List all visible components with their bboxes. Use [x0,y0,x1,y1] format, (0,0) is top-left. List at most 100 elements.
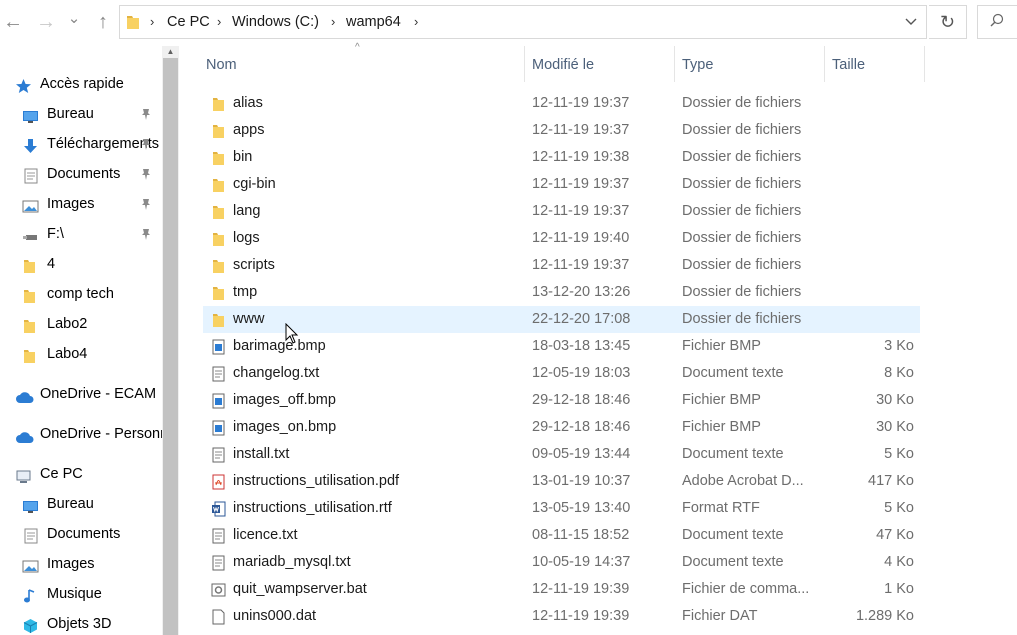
search-input[interactable] [977,5,1017,39]
file-row[interactable]: unins000.dat 12-11-19 19:39 Fichier DAT 1.2… [203,603,920,630]
bmp-file-icon [211,420,226,436]
sidebar-item-objets-3d[interactable]: Objets 3D [0,610,162,635]
file-row[interactable]: apps 12-11-19 19:37 Dossier de fichiers [203,117,920,144]
folder-icon [211,204,226,220]
file-row[interactable]: images_on.bmp 29-12-18 18:46 Fichier BMP 30… [203,414,920,441]
file-size: 4 Ko [884,554,914,570]
file-type: Dossier de fichiers [682,203,802,219]
sidebar-item-labo4[interactable]: Labo4 [0,340,162,368]
pin-icon[interactable] [140,130,152,160]
forward-arrow-icon[interactable]: → [33,8,59,36]
text-file-icon [211,528,226,544]
sidebar-item-images[interactable]: Images [0,190,162,218]
word-file-icon [211,501,226,517]
breadcrumb-windows-c[interactable]: Windows (C:) [232,6,319,38]
sidebar-item-musique[interactable]: Musique [0,580,162,608]
music-icon [22,586,39,603]
pin-icon[interactable] [140,190,152,220]
sidebar-item-ce-pc[interactable]: Ce PC [0,460,162,488]
images-icon [22,196,39,213]
sidebar-item-f[interactable]: F:\ [0,220,162,248]
sidebar-item-label: Images [47,556,95,572]
folder-icon [211,123,226,139]
file-row[interactable]: instructions_utilisation.pdf 13-01-19 10:… [203,468,920,495]
sidebar-item-images[interactable]: Images [0,550,162,578]
file-row[interactable]: quit_wampserver.bat 12-11-19 19:39 Fichier… [203,576,920,603]
pin-icon[interactable] [140,160,152,190]
refresh-button[interactable]: ↻ [929,5,967,39]
file-type: Adobe Acrobat D... [682,473,804,489]
file-modified: 12-11-19 19:39 [532,581,630,597]
sidebar-item-documents[interactable]: Documents [0,520,162,548]
file-row[interactable]: instructions_utilisation.rtf 13-05-19 13:… [203,495,920,522]
bmp-file-icon [211,393,226,409]
text-file-icon [211,366,226,382]
file-row[interactable]: lang 12-11-19 19:37 Dossier de fichiers [203,198,920,225]
sidebar-item-label: Accès rapide [40,76,124,92]
sort-ascending-icon: ^ [355,42,360,53]
sidebar-item-documents[interactable]: Documents [0,160,162,188]
file-row[interactable]: bin 12-11-19 19:38 Dossier de fichiers [203,144,920,171]
navigation-scrollbar[interactable]: ▲ [162,46,179,635]
column-divider[interactable] [924,46,925,82]
sidebar-item-bureau[interactable]: Bureau [0,490,162,518]
column-header-type[interactable]: Type [682,46,713,82]
file-row[interactable]: www 22-12-20 17:08 Dossier de fichiers [203,306,920,333]
sidebar-item-comp-tech[interactable]: comp tech [0,280,162,308]
sidebar-item-bureau[interactable]: Bureau [0,100,162,128]
column-divider[interactable] [824,46,825,82]
sidebar-item-acc-s-rapide[interactable]: Accès rapide [0,70,162,98]
file-row[interactable]: changelog.txt 12-05-19 18:03 Document text… [203,360,920,387]
sidebar-item-labo2[interactable]: Labo2 [0,310,162,338]
breadcrumb-ce-pc[interactable]: Ce PC [167,6,210,38]
column-header-modified[interactable]: Modifié le [532,46,594,82]
column-divider[interactable] [674,46,675,82]
up-arrow-icon[interactable]: ↑ [90,8,116,36]
pdf-file-icon [211,474,226,490]
file-size: 47 Ko [876,527,914,543]
scroll-up-icon[interactable]: ▲ [162,46,179,58]
folder-icon [22,256,39,273]
file-row[interactable]: tmp 13-12-20 13:26 Dossier de fichiers [203,279,920,306]
navigation-bar: ← → ⌄ ↑ › Ce PC › Windows (C:) › wamp64 … [0,0,1017,46]
file-row[interactable]: install.txt 09-05-19 13:44 Document texte 5… [203,441,920,468]
file-type: Fichier de comma... [682,581,810,597]
file-size: 30 Ko [876,419,914,435]
sidebar-item-label: Documents [47,526,121,542]
sidebar-item-onedrive-ecam[interactable]: OneDrive - ECAM [0,380,162,408]
file-row[interactable]: scripts 12-11-19 19:37 Dossier de fichiers [203,252,920,279]
folder-icon [211,258,226,274]
column-divider[interactable] [524,46,525,82]
address-bar[interactable]: › Ce PC › Windows (C:) › wamp64 › [119,5,927,39]
chevron-down-icon[interactable]: ⌄ [61,5,87,33]
sidebar-item-4[interactable]: 4 [0,250,162,278]
column-header-size[interactable]: Taille [832,46,865,82]
file-row[interactable]: licence.txt 08-11-15 18:52 Document texte 4… [203,522,920,549]
file-type: Document texte [682,446,784,462]
file-type: Format RTF [682,500,760,516]
documents-icon [22,166,39,184]
pin-icon[interactable] [140,100,152,130]
file-type: Document texte [682,365,784,381]
file-row[interactable]: barimage.bmp 18-03-18 13:45 Fichier BMP 3 K… [203,333,920,360]
file-name: unins000.dat [233,608,317,624]
navigation-pane: Accès rapide Bureau Téléchargements Documen… [0,46,162,635]
sidebar-item-t-l-chargements[interactable]: Téléchargements [0,130,162,158]
file-row[interactable]: alias 12-11-19 19:37 Dossier de fichiers [203,90,920,117]
sidebar-item-onedrive-personnel[interactable]: OneDrive - Personnel [0,420,162,448]
file-modified: 12-05-19 18:03 [532,365,631,381]
file-type: Dossier de fichiers [682,311,802,327]
breadcrumb-wamp64[interactable]: wamp64 [346,6,401,38]
address-history-chevron-icon[interactable] [895,5,927,39]
file-row[interactable]: cgi-bin 12-11-19 19:37 Dossier de fichiers [203,171,920,198]
pin-icon[interactable] [140,220,152,250]
scrollbar-thumb[interactable] [163,58,178,635]
file-name: quit_wampserver.bat [233,581,367,597]
file-row[interactable]: logs 12-11-19 19:40 Dossier de fichiers [203,225,920,252]
search-icon [990,13,1004,27]
file-name: mariadb_mysql.txt [233,554,351,570]
back-arrow-icon[interactable]: ← [0,8,26,36]
column-header-name[interactable]: Nom [206,46,237,82]
file-row[interactable]: mariadb_mysql.txt 10-05-19 14:37 Document … [203,549,920,576]
file-row[interactable]: images_off.bmp 29-12-18 18:46 Fichier BMP 3… [203,387,920,414]
